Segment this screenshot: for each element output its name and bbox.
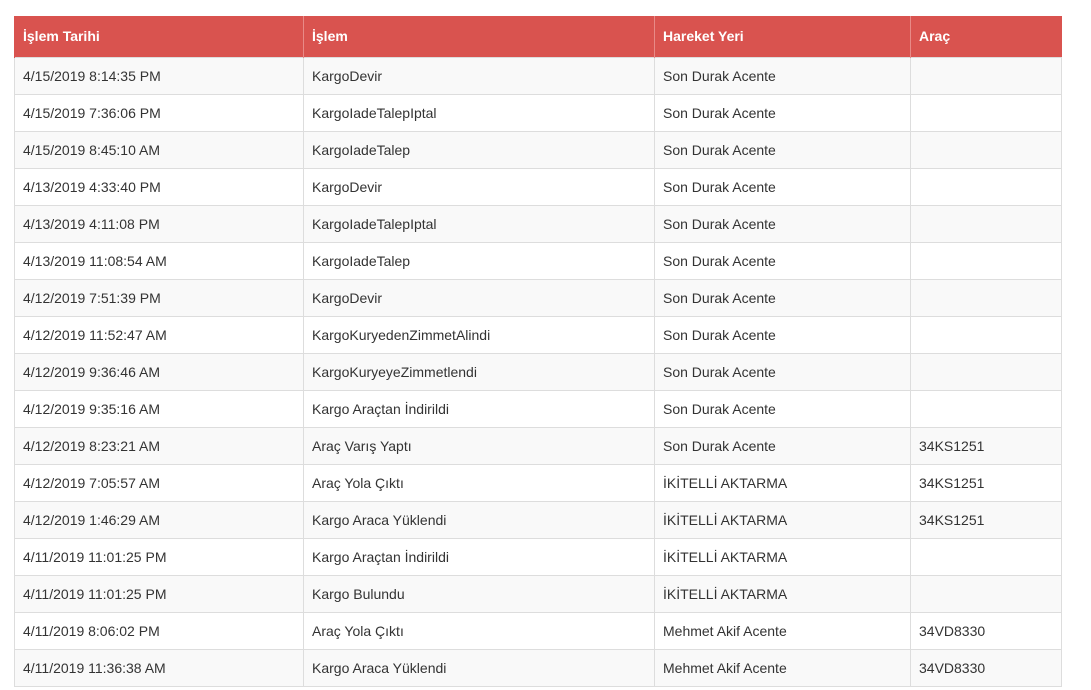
cell-date: 4/12/2019 9:36:46 AM — [14, 352, 304, 391]
cell-location: İKİTELLİ AKTARMA — [654, 574, 911, 613]
cell-vehicle — [910, 278, 1062, 317]
cell-vehicle: 34VD8330 — [910, 611, 1062, 650]
cell-operation: KargoIadeTalep — [303, 130, 655, 169]
cell-date: 4/12/2019 9:35:16 AM — [14, 389, 304, 428]
cell-vehicle — [910, 315, 1062, 354]
cell-date: 4/12/2019 8:23:21 AM — [14, 426, 304, 465]
table-header: İşlem Tarihi İşlem Hareket Yeri Araç — [14, 16, 1062, 57]
table-row: 4/11/2019 11:01:25 PM Kargo Bulundu İKİTEL… — [14, 574, 1062, 613]
cell-vehicle — [910, 389, 1062, 428]
cell-vehicle — [910, 574, 1062, 613]
cell-location: Son Durak Acente — [654, 130, 911, 169]
table-row: 4/13/2019 4:11:08 PM KargoIadeTalepIptal S… — [14, 204, 1062, 243]
cell-location: Son Durak Acente — [654, 426, 911, 465]
cell-operation: KargoIadeTalep — [303, 241, 655, 280]
cell-date: 4/11/2019 11:01:25 PM — [14, 574, 304, 613]
cell-date: 4/12/2019 7:51:39 PM — [14, 278, 304, 317]
cell-vehicle — [910, 130, 1062, 169]
header-islem: İşlem — [303, 16, 655, 57]
cell-vehicle — [910, 537, 1062, 576]
cargo-movements-table: İşlem Tarihi İşlem Hareket Yeri Araç 4/1… — [14, 16, 1062, 687]
table-row: 4/12/2019 7:51:39 PM KargoDevir Son Durak … — [14, 278, 1062, 317]
cell-location: Son Durak Acente — [654, 278, 911, 317]
cell-operation: KargoKuryeyeZimmetlendi — [303, 352, 655, 391]
table-row: 4/11/2019 8:06:02 PM Araç Yola Çıktı Mehme… — [14, 611, 1062, 650]
cell-vehicle: 34KS1251 — [910, 426, 1062, 465]
table-row: 4/12/2019 1:46:29 AM Kargo Araca Yüklendi… — [14, 500, 1062, 539]
table-row: 4/15/2019 8:45:10 AM KargoIadeTalep Son Du… — [14, 130, 1062, 169]
cell-date: 4/11/2019 11:36:38 AM — [14, 648, 304, 687]
cell-operation: KargoDevir — [303, 167, 655, 206]
cell-location: Son Durak Acente — [654, 167, 911, 206]
cell-date: 4/15/2019 8:14:35 PM — [14, 56, 304, 95]
cell-operation: KargoDevir — [303, 278, 655, 317]
table-row: 4/13/2019 11:08:54 AM KargoIadeTalep Son D… — [14, 241, 1062, 280]
cell-date: 4/11/2019 11:01:25 PM — [14, 537, 304, 576]
cell-location: Mehmet Akif Acente — [654, 611, 911, 650]
cell-operation: Araç Yola Çıktı — [303, 611, 655, 650]
cell-location: Son Durak Acente — [654, 204, 911, 243]
cell-date: 4/12/2019 1:46:29 AM — [14, 500, 304, 539]
cell-operation: KargoKuryedenZimmetAlindi — [303, 315, 655, 354]
cell-vehicle — [910, 56, 1062, 95]
cell-location: Son Durak Acente — [654, 389, 911, 428]
cell-location: Son Durak Acente — [654, 241, 911, 280]
table-row: 4/12/2019 7:05:57 AM Araç Yola Çıktı İKİTE… — [14, 463, 1062, 502]
cell-location: İKİTELLİ AKTARMA — [654, 463, 911, 502]
cell-vehicle — [910, 204, 1062, 243]
cell-vehicle — [910, 167, 1062, 206]
table-row: 4/11/2019 11:01:25 PM Kargo Araçtan İndir… — [14, 537, 1062, 576]
table-row: 4/11/2019 11:36:38 AM Kargo Araca Yüklend… — [14, 648, 1062, 687]
cell-operation: Araç Varış Yaptı — [303, 426, 655, 465]
cell-date: 4/13/2019 4:11:08 PM — [14, 204, 304, 243]
cell-operation: Kargo Araçtan İndirildi — [303, 537, 655, 576]
cell-date: 4/11/2019 8:06:02 PM — [14, 611, 304, 650]
cell-operation: KargoDevir — [303, 56, 655, 95]
table-body: 4/15/2019 8:14:35 PM KargoDevir Son Durak … — [14, 56, 1062, 687]
cell-date: 4/15/2019 7:36:06 PM — [14, 93, 304, 132]
cargo-history-panel: İşlem Tarihi İşlem Hareket Yeri Araç 4/1… — [14, 16, 1062, 687]
table-row: 4/12/2019 9:36:46 AM KargoKuryeyeZimmetle… — [14, 352, 1062, 391]
header-arac: Araç — [910, 16, 1062, 57]
cell-date: 4/15/2019 8:45:10 AM — [14, 130, 304, 169]
cell-date: 4/13/2019 4:33:40 PM — [14, 167, 304, 206]
cell-operation: Kargo Araçtan İndirildi — [303, 389, 655, 428]
cell-location: Mehmet Akif Acente — [654, 648, 911, 687]
cell-location: İKİTELLİ AKTARMA — [654, 500, 911, 539]
header-islem-tarihi: İşlem Tarihi — [14, 16, 304, 57]
header-hareket-yeri: Hareket Yeri — [654, 16, 911, 57]
cell-operation: Kargo Araca Yüklendi — [303, 648, 655, 687]
table-row: 4/12/2019 9:35:16 AM Kargo Araçtan İndiri… — [14, 389, 1062, 428]
cell-operation: Kargo Bulundu — [303, 574, 655, 613]
cell-location: Son Durak Acente — [654, 315, 911, 354]
cell-vehicle: 34VD8330 — [910, 648, 1062, 687]
cell-vehicle — [910, 241, 1062, 280]
cell-vehicle — [910, 93, 1062, 132]
header-row: İşlem Tarihi İşlem Hareket Yeri Araç — [14, 16, 1062, 57]
cell-vehicle: 34KS1251 — [910, 463, 1062, 502]
table-row: 4/12/2019 11:52:47 AM KargoKuryedenZimmet… — [14, 315, 1062, 354]
cell-operation: Araç Yola Çıktı — [303, 463, 655, 502]
cell-location: İKİTELLİ AKTARMA — [654, 537, 911, 576]
cell-operation: KargoIadeTalepIptal — [303, 204, 655, 243]
cell-vehicle: 34KS1251 — [910, 500, 1062, 539]
cell-location: Son Durak Acente — [654, 352, 911, 391]
table-row: 4/15/2019 8:14:35 PM KargoDevir Son Durak … — [14, 56, 1062, 95]
table-row: 4/13/2019 4:33:40 PM KargoDevir Son Durak … — [14, 167, 1062, 206]
cell-operation: Kargo Araca Yüklendi — [303, 500, 655, 539]
cell-date: 4/13/2019 11:08:54 AM — [14, 241, 304, 280]
cell-date: 4/12/2019 11:52:47 AM — [14, 315, 304, 354]
cell-location: Son Durak Acente — [654, 56, 911, 95]
cell-vehicle — [910, 352, 1062, 391]
cell-date: 4/12/2019 7:05:57 AM — [14, 463, 304, 502]
cell-location: Son Durak Acente — [654, 93, 911, 132]
table-row: 4/15/2019 7:36:06 PM KargoIadeTalepIptal S… — [14, 93, 1062, 132]
cell-operation: KargoIadeTalepIptal — [303, 93, 655, 132]
table-row: 4/12/2019 8:23:21 AM Araç Varış Yaptı Son … — [14, 426, 1062, 465]
